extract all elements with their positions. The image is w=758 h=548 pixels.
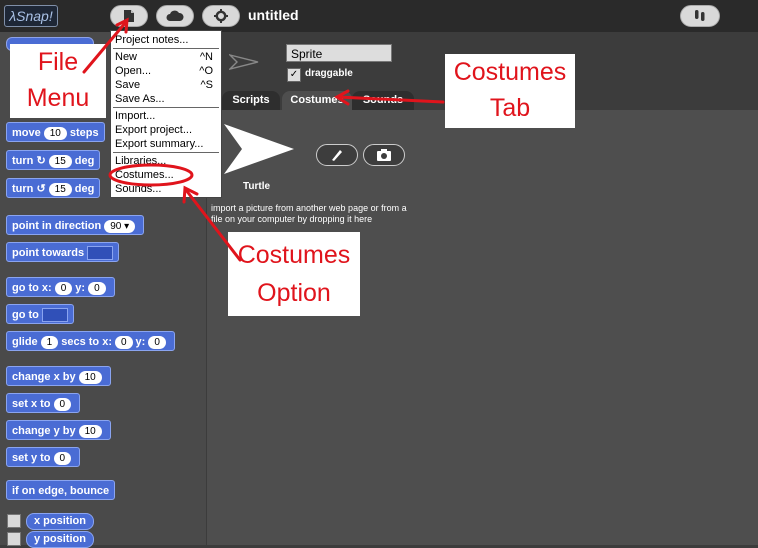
arrow-to-file-menu <box>82 20 128 74</box>
arrow-to-costumes-option <box>184 188 242 262</box>
costumes-option-highlight <box>108 163 194 187</box>
arrow-to-costumes-tab <box>336 95 445 104</box>
annotation-arrows <box>82 17 445 262</box>
